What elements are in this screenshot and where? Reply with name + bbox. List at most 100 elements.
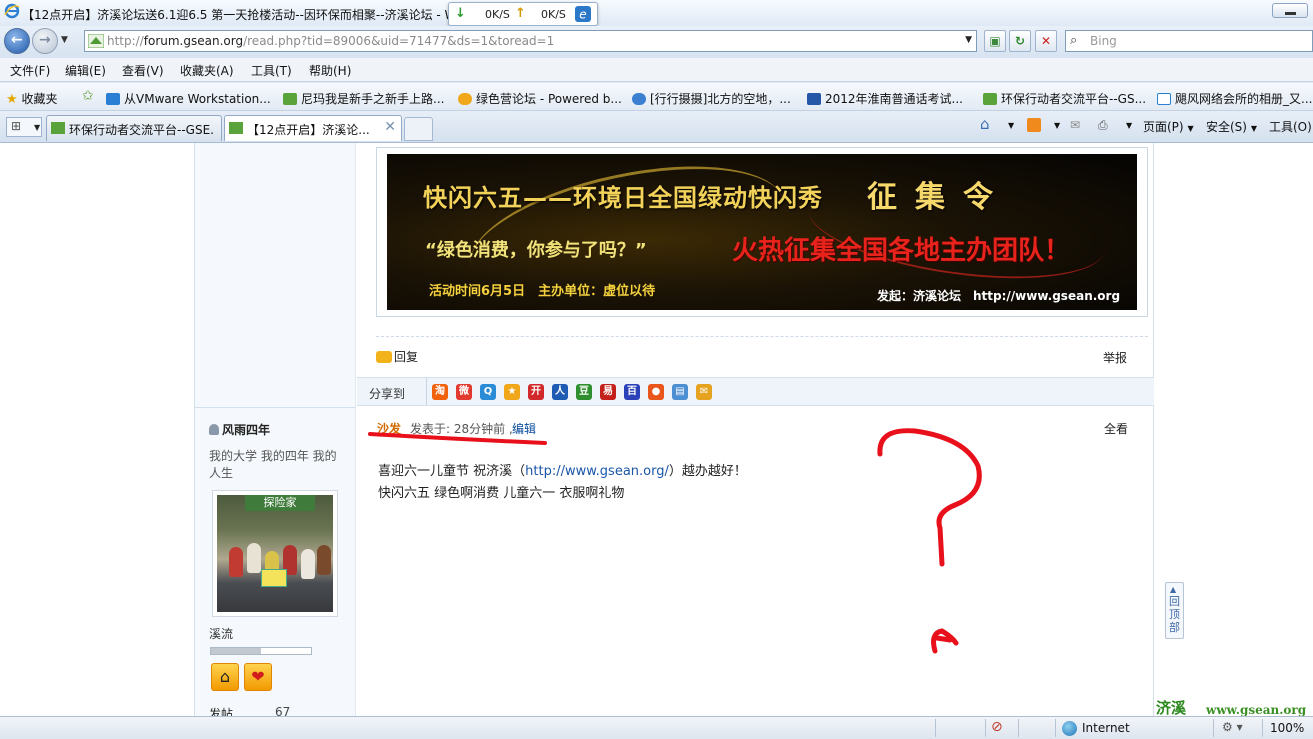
refresh-button[interactable]: ↻ <box>1009 30 1031 52</box>
view-all-link[interactable]: 全看 <box>1104 420 1128 437</box>
share-divider <box>415 378 427 405</box>
share-taobao-icon[interactable]: 淘 <box>432 384 448 400</box>
share-favorite-icon[interactable]: ★ <box>504 384 520 400</box>
menu-edit[interactable]: 编辑(E) <box>65 62 106 79</box>
level-progress-fill <box>211 648 261 654</box>
share-mail-icon[interactable]: ✉ <box>696 384 712 400</box>
globe-icon <box>632 93 646 105</box>
fav-label: 绿色营论坛 - Powered b... <box>476 92 622 106</box>
fav-item-vmware[interactable]: 从VMware Workstation... <box>106 90 271 107</box>
tools-menu[interactable]: 工具(O) <box>1269 118 1312 135</box>
photo-person <box>317 545 331 575</box>
status-divider <box>1018 719 1019 737</box>
tab-gsean-home[interactable]: 环保行动者交流平台--GSE... <box>46 115 222 141</box>
feed-dropdown[interactable]: ▼ <box>1054 121 1060 130</box>
download-arrow-icon: ↓ <box>455 6 466 21</box>
share-renren-icon[interactable]: 人 <box>552 384 568 400</box>
fav-item-exam[interactable]: 2012年淮南普通话考试... <box>807 90 963 107</box>
history-dropdown[interactable]: ▼ <box>61 35 68 45</box>
share-qzone-icon[interactable]: Q <box>480 384 496 400</box>
menu-favorites[interactable]: 收藏夹(A) <box>180 62 234 79</box>
divider <box>376 336 1148 337</box>
search-box[interactable]: ⌕ Bing <box>1065 30 1313 52</box>
share-douban-icon[interactable]: 豆 <box>576 384 592 400</box>
menu-file[interactable]: 文件(F) <box>10 62 50 79</box>
report-button[interactable]: 举报 <box>1103 349 1127 366</box>
fav-label: 飓风网络会所的相册_又... <box>1175 92 1313 106</box>
floor-label[interactable]: 沙发 <box>377 420 401 437</box>
heart-badge-icon[interactable]: ❤ <box>244 663 272 691</box>
home-icon[interactable]: ⌂ <box>980 115 990 133</box>
share-weibo-icon[interactable]: 微 <box>456 384 472 400</box>
address-url[interactable]: http://forum.gsean.org/read.php?tid=8900… <box>107 34 554 48</box>
fav-item-newbie[interactable]: 尼玛我是新手之新手上路... <box>283 90 444 107</box>
protected-mode-icon[interactable]: ⚙ ▾ <box>1222 720 1243 734</box>
back-arrow-icon: ← <box>11 32 23 48</box>
mail-icon[interactable]: ✉ <box>1070 118 1080 132</box>
fav-item-gsean[interactable]: 环保行动者交流平台--GS... <box>983 90 1146 107</box>
event-banner[interactable]: 快闪六五——环境日全国绿动快闪秀 征集令 “绿色消费，你参与了吗？” 火热征集全… <box>387 154 1137 310</box>
address-box[interactable]: http://forum.gsean.org/read.php?tid=8900… <box>84 30 977 52</box>
back-button[interactable]: ← <box>4 28 30 54</box>
favorites-star-icon: ★ <box>6 92 18 107</box>
reply-label: 回复 <box>394 350 419 364</box>
reply-button[interactable]: 回复 <box>376 348 418 365</box>
fav-item-photo[interactable]: [行行摄摄]北方的空地，... <box>632 90 791 107</box>
page-menu[interactable]: 页面(P) ▼ <box>1143 118 1194 135</box>
zoom-level[interactable]: 100% <box>1270 721 1304 735</box>
author-column: 风雨四年 我的大学 我的四年 我的人生 探险家 溪流 ⌂ ❤ 发帖 67 <box>195 407 356 716</box>
favorites-button[interactable]: ★ 收藏夹 <box>6 90 58 107</box>
menu-bar: 文件(F) 编辑(E) 查看(V) 收藏夹(A) 工具(T) 帮助(H) <box>0 58 1313 82</box>
author-name[interactable]: 风雨四年 <box>209 421 270 438</box>
photo-person <box>247 543 261 573</box>
security-zone[interactable]: Internet <box>1082 721 1130 735</box>
fav-item-album[interactable]: 飓风网络会所的相册_又... <box>1157 90 1312 107</box>
safety-menu-label: 安全(S) <box>1206 120 1247 134</box>
rss-feed-icon[interactable] <box>1027 118 1041 132</box>
close-tab-icon[interactable]: ✕ <box>384 119 396 135</box>
url-host: forum.gsean.org <box>143 34 244 48</box>
menu-view[interactable]: 查看(V) <box>122 62 164 79</box>
share-yixin-icon[interactable]: 易 <box>600 384 616 400</box>
home-badge-icon[interactable]: ⌂ <box>211 663 239 691</box>
address-dropdown[interactable]: ▼ <box>965 35 972 45</box>
level-progress-bar <box>210 647 312 655</box>
print-dropdown[interactable]: ▼ <box>1126 121 1132 130</box>
author-signature: 我的大学 我的四年 我的人生 <box>209 449 337 480</box>
post-link[interactable]: http://www.gsean.org/ <box>525 464 669 479</box>
safety-menu[interactable]: 安全(S) ▼ <box>1206 118 1257 135</box>
tab-current-post[interactable]: 【12点开启】济溪论... ✕ <box>224 115 402 141</box>
bulb-icon <box>458 93 472 105</box>
banner-title: 快闪六五——环境日全国绿动快闪秀 <box>423 184 823 212</box>
tab-bar: ⊞ ▼ 环保行动者交流平台--GSE... 【12点开启】济溪论... ✕ ⌂ ▼… <box>0 111 1313 143</box>
edit-link[interactable]: 编辑 <box>512 420 536 437</box>
share-notes-icon[interactable]: ▤ <box>672 384 688 400</box>
print-icon[interactable]: ⎙ <box>1098 118 1108 133</box>
quick-tabs-button[interactable]: ⊞ ▼ <box>6 117 42 137</box>
upload-speed: 0K/S <box>541 8 566 21</box>
user-icon <box>209 424 219 435</box>
page-icon <box>1157 93 1171 105</box>
share-baidu-icon[interactable]: 百 <box>624 384 640 400</box>
new-tab-button[interactable] <box>404 117 433 141</box>
post-text: 喜迎六一儿童节 祝济溪（ <box>378 464 526 479</box>
banner-initiator: 发起：济溪论坛 http://www.gsean.org <box>877 289 1121 303</box>
add-favorite-icon[interactable]: ✩ <box>82 88 94 104</box>
share-kaixin-icon[interactable]: 开 <box>528 384 544 400</box>
status-divider <box>935 719 936 737</box>
privacy-report-icon[interactable]: ⊘ <box>991 719 1003 735</box>
menu-help[interactable]: 帮助(H) <box>309 62 351 79</box>
minimize-button[interactable] <box>1272 3 1308 18</box>
forward-button[interactable]: → <box>32 28 58 54</box>
avatar[interactable]: 探险家 <box>212 490 338 617</box>
back-to-top-button[interactable]: ▲ 回顶部 <box>1165 582 1184 639</box>
url-path: /read.php?tid=89006&uid=71477&ds=1&torea… <box>243 34 555 48</box>
share-apple-icon[interactable]: ● <box>648 384 664 400</box>
forum-icon <box>983 93 997 105</box>
home-dropdown[interactable]: ▼ <box>1008 121 1014 130</box>
fav-item-greencamp[interactable]: 绿色营论坛 - Powered b... <box>458 90 622 107</box>
menu-tools[interactable]: 工具(T) <box>251 62 292 79</box>
navigation-bar: ← → ▼ http://forum.gsean.org/read.php?ti… <box>0 26 1313 58</box>
compatibility-view-button[interactable]: ▣ <box>984 30 1006 52</box>
stop-button[interactable]: ✕ <box>1035 30 1057 52</box>
